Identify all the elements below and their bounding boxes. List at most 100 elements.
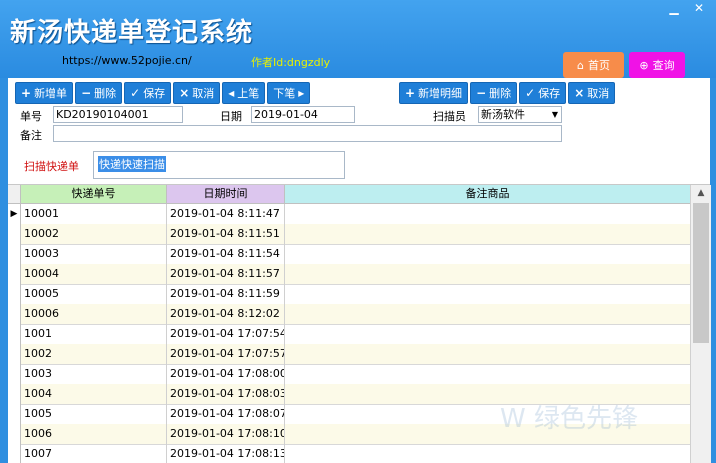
minimize-icon[interactable]: ▁: [662, 0, 686, 16]
cell-express-no[interactable]: 1005: [21, 404, 167, 424]
cell-datetime[interactable]: 2019-01-04 8:11:51: [167, 224, 285, 244]
row-indicator: [8, 324, 21, 344]
cell-note[interactable]: [285, 224, 691, 244]
cell-note[interactable]: [285, 244, 691, 264]
table-row[interactable]: 10004 2019-01-04 8:11:57: [8, 264, 691, 285]
scanner-select[interactable]: 新汤软件 ▼: [478, 106, 562, 123]
save-detail-label: 保存: [538, 87, 561, 100]
cancel-detail-button[interactable]: × 取消: [568, 82, 616, 104]
order-no-label: 单号: [20, 110, 42, 123]
scanner-label: 扫描员: [433, 110, 466, 123]
cell-datetime[interactable]: 2019-01-04 8:12:02: [167, 304, 285, 324]
scroll-thumb[interactable]: [693, 203, 709, 343]
add-order-button[interactable]: + 新增单: [15, 82, 74, 104]
cell-express-no[interactable]: 1003: [21, 364, 167, 384]
cell-express-no[interactable]: 10004: [21, 264, 167, 284]
cell-datetime[interactable]: 2019-01-04 8:11:59: [167, 284, 285, 304]
left-arrow-icon: ◂: [228, 86, 235, 100]
table-row[interactable]: 10006 2019-01-04 8:12:02: [8, 304, 691, 325]
cell-express-no[interactable]: 1007: [21, 444, 167, 463]
order-toolbar: + 新增单 − 删除 ✓ 保存 × 取消 ◂ 上笔 下笔 ▸: [15, 82, 311, 104]
row-indicator: [8, 344, 21, 364]
delete-order-button[interactable]: − 删除: [75, 82, 123, 104]
delete-detail-button[interactable]: − 删除: [470, 82, 518, 104]
cell-note[interactable]: [285, 324, 691, 344]
cell-note[interactable]: [285, 344, 691, 364]
cell-note[interactable]: [285, 284, 691, 304]
cell-express-no[interactable]: 1001: [21, 324, 167, 344]
vertical-scrollbar[interactable]: ▲: [690, 185, 711, 463]
next-record-button[interactable]: 下笔 ▸: [267, 82, 311, 104]
scan-input-value: 快递快速扫描: [98, 156, 166, 172]
cell-datetime[interactable]: 2019-01-04 17:07:57: [167, 344, 285, 364]
cell-datetime[interactable]: 2019-01-04 17:07:54: [167, 324, 285, 344]
row-indicator: [8, 384, 21, 404]
home-button[interactable]: ⌂ 首页: [563, 52, 624, 78]
cell-datetime[interactable]: 2019-01-04 17:08:13: [167, 444, 285, 463]
remark-field[interactable]: [53, 125, 562, 142]
cell-note[interactable]: [285, 304, 691, 324]
cell-datetime[interactable]: 2019-01-04 8:11:47: [167, 204, 285, 224]
cell-express-no[interactable]: 10006: [21, 304, 167, 324]
table-row[interactable]: 1007 2019-01-04 17:08:13: [8, 444, 691, 463]
author-label: 作者Id:dngzdly: [251, 56, 331, 69]
check-icon: ✓: [525, 86, 536, 100]
cell-datetime[interactable]: 2019-01-04 17:08:10: [167, 424, 285, 444]
save-order-label: 保存: [143, 87, 166, 100]
add-order-label: 新增单: [34, 87, 68, 100]
x-icon: ×: [574, 86, 585, 100]
cell-datetime[interactable]: 2019-01-04 8:11:54: [167, 244, 285, 264]
cancel-order-button[interactable]: × 取消: [173, 82, 221, 104]
cell-express-no[interactable]: 10003: [21, 244, 167, 264]
header-indicator: [8, 185, 21, 204]
table-row[interactable]: 1001 2019-01-04 17:07:54: [8, 324, 691, 345]
cell-datetime[interactable]: 2019-01-04 17:08:03: [167, 384, 285, 404]
remark-label: 备注: [20, 129, 42, 142]
prev-record-button[interactable]: ◂ 上笔: [222, 82, 266, 104]
home-label: 首页: [587, 59, 610, 72]
header-express-no[interactable]: 快递单号: [21, 185, 167, 204]
order-no-field[interactable]: KD20190104001: [53, 106, 183, 123]
scan-input[interactable]: 快递快速扫描: [93, 151, 345, 179]
app-title: 新汤快递单登记系统: [10, 18, 254, 48]
table-row[interactable]: 10003 2019-01-04 8:11:54: [8, 244, 691, 265]
close-icon[interactable]: ✕: [687, 0, 711, 16]
cell-express-no[interactable]: 1002: [21, 344, 167, 364]
scroll-up-icon[interactable]: ▲: [691, 185, 711, 201]
add-detail-label: 新增明细: [418, 87, 463, 100]
right-arrow-icon: ▸: [298, 86, 305, 100]
cell-express-no[interactable]: 1006: [21, 424, 167, 444]
scan-label: 扫描快递单: [24, 160, 79, 173]
check-icon: ✓: [130, 86, 141, 100]
cell-note[interactable]: [285, 364, 691, 384]
table-row[interactable]: 1003 2019-01-04 17:08:00: [8, 364, 691, 385]
cancel-order-label: 取消: [192, 87, 215, 100]
row-indicator: [8, 264, 21, 284]
cell-note[interactable]: [285, 444, 691, 463]
table-row[interactable]: ▶ 10001 2019-01-04 8:11:47: [8, 204, 691, 225]
query-button[interactable]: ⊕ 查询: [629, 52, 685, 78]
header-datetime[interactable]: 日期时间: [167, 185, 285, 204]
row-indicator: [8, 244, 21, 264]
add-detail-button[interactable]: + 新增明细: [399, 82, 469, 104]
table-row[interactable]: 10005 2019-01-04 8:11:59: [8, 284, 691, 305]
cell-express-no[interactable]: 10005: [21, 284, 167, 304]
table-row[interactable]: 1002 2019-01-04 17:07:57: [8, 344, 691, 365]
cell-express-no[interactable]: 1004: [21, 384, 167, 404]
save-detail-button[interactable]: ✓ 保存: [519, 82, 567, 104]
cell-datetime[interactable]: 2019-01-04 17:08:00: [167, 364, 285, 384]
table-row[interactable]: 10002 2019-01-04 8:11:51: [8, 224, 691, 245]
cell-datetime[interactable]: 2019-01-04 8:11:57: [167, 264, 285, 284]
header-note[interactable]: 备注商品: [285, 185, 691, 204]
cell-note[interactable]: [285, 264, 691, 284]
cell-express-no[interactable]: 10002: [21, 224, 167, 244]
date-field[interactable]: 2019-01-04: [251, 106, 355, 123]
cell-note[interactable]: [285, 204, 691, 224]
cell-express-no[interactable]: 10001: [21, 204, 167, 224]
cell-datetime[interactable]: 2019-01-04 17:08:07: [167, 404, 285, 424]
detail-toolbar: + 新增明细 − 删除 ✓ 保存 × 取消: [399, 82, 616, 104]
row-indicator: [8, 364, 21, 384]
save-order-button[interactable]: ✓ 保存: [124, 82, 172, 104]
scanner-value: 新汤软件: [481, 108, 525, 121]
minus-icon: −: [476, 86, 487, 100]
